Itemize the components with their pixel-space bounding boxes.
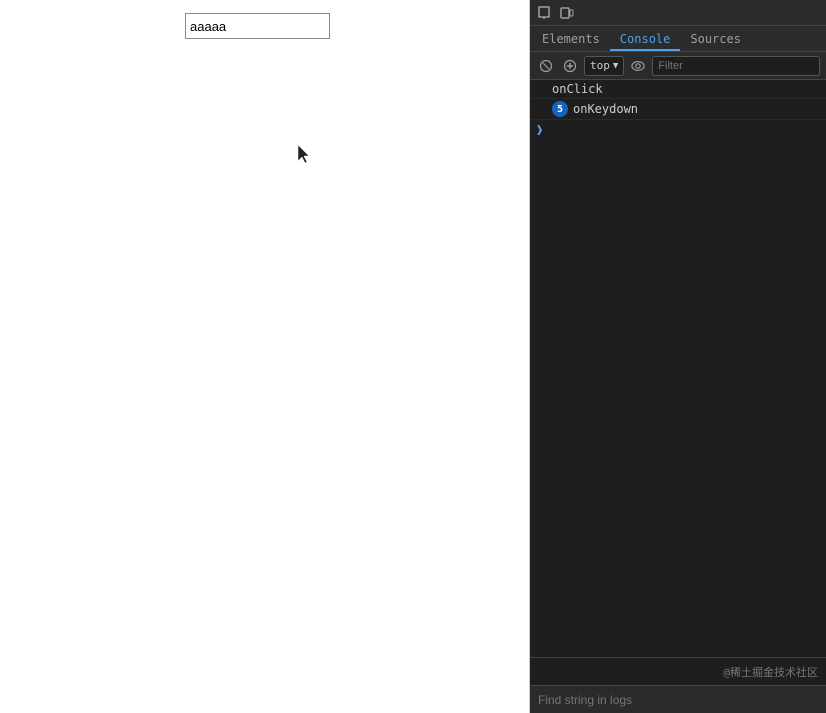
context-label: top (590, 59, 610, 72)
onclick-text: onClick (552, 82, 603, 96)
console-content: onClick 5 onKeydown ❱ (530, 80, 826, 657)
devtools-tabs: Elements Console Sources (530, 26, 826, 52)
browser-page (0, 0, 530, 713)
cursor-pointer (298, 145, 312, 163)
console-row-onclick[interactable]: onClick (530, 80, 826, 99)
clear-console-icon[interactable] (536, 56, 556, 76)
find-string-input[interactable] (538, 693, 818, 707)
onkeydown-text: onKeydown (573, 102, 638, 116)
eye-icon[interactable] (628, 56, 648, 76)
devtools-top-toolbar (530, 0, 826, 26)
tab-sources[interactable]: Sources (680, 29, 751, 51)
prompt-chevron-icon: ❱ (536, 123, 543, 137)
tab-console[interactable]: Console (610, 29, 681, 51)
find-string-bar (530, 685, 826, 713)
console-prompt-row[interactable]: ❱ (530, 120, 826, 140)
watermark-text: @稀土掘金技术社区 (723, 664, 818, 680)
dropdown-arrow-icon: ▼ (613, 61, 618, 71)
preserve-log-icon[interactable] (560, 56, 580, 76)
count-badge: 5 (552, 101, 568, 117)
page-text-input[interactable] (185, 13, 330, 39)
context-selector[interactable]: top ▼ (584, 56, 624, 76)
devtools-bottom-bar: @稀土掘金技术社区 (530, 657, 826, 685)
filter-input[interactable] (652, 56, 820, 76)
console-row-onkeydown[interactable]: 5 onKeydown (530, 99, 826, 120)
console-toolbar: top ▼ (530, 52, 826, 80)
devtools-panel: Elements Console Sources top ▼ (530, 0, 826, 713)
tab-elements[interactable]: Elements (532, 29, 610, 51)
device-toolbar-icon[interactable] (556, 2, 578, 24)
inspect-icon[interactable] (534, 2, 556, 24)
